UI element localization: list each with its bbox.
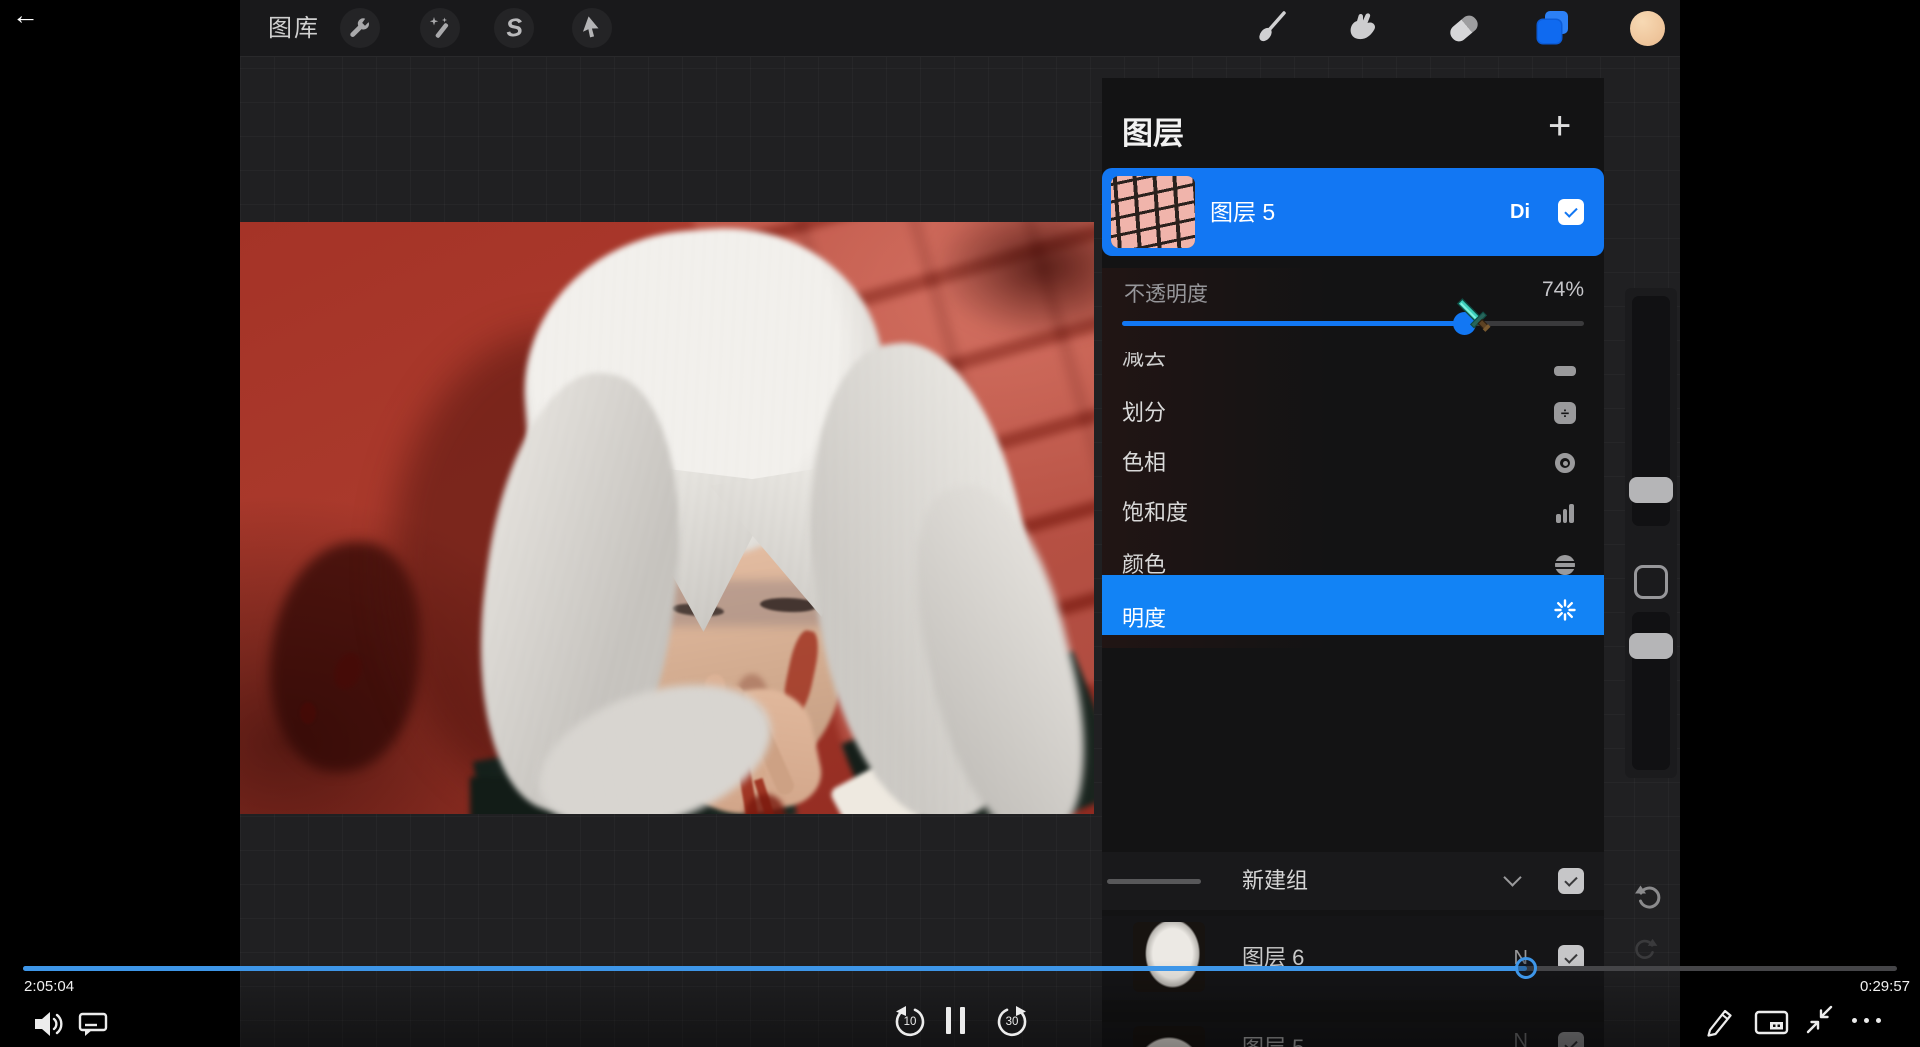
video-player-app: { "ui": { "back_glyph": "←" }, "toolbar"… — [0, 0, 1920, 1047]
smudge-tool-button[interactable] — [1343, 8, 1383, 48]
redo-button[interactable] — [1632, 934, 1660, 962]
hue-icon — [1555, 453, 1575, 473]
pause-icon — [946, 1007, 965, 1034]
volume-button[interactable] — [30, 1006, 66, 1042]
brush-opacity-handle[interactable] — [1629, 633, 1673, 659]
remaining-time: 0:29:57 — [1860, 978, 1910, 995]
check-icon — [1564, 873, 1577, 886]
eraser-icon — [1447, 12, 1481, 44]
eraser-tool-button[interactable] — [1444, 8, 1484, 48]
cursor-sword — [1452, 294, 1496, 338]
layer-group-row[interactable]: 新建组 — [1102, 852, 1604, 910]
canvas-artwork[interactable] — [240, 222, 1094, 814]
pause-button[interactable] — [946, 1007, 965, 1034]
selection-button[interactable]: S — [494, 8, 534, 48]
more-button[interactable] — [1852, 1018, 1881, 1023]
color-blend-icon — [1555, 555, 1575, 575]
magic-wand-icon — [428, 16, 452, 40]
layers-panel-title: 图层 — [1122, 108, 1184, 153]
gallery-button[interactable]: 图库 — [268, 0, 320, 57]
subtitles-button[interactable] — [76, 1008, 110, 1040]
layers-panel: 图层 + 图层 5 Di 不透明度 74% 减去 划分 ÷ 色相 — [1102, 78, 1604, 1047]
subtitles-icon — [76, 1008, 110, 1040]
wrench-icon — [348, 16, 372, 40]
saturation-icon — [1556, 503, 1574, 523]
chevron-down-icon[interactable] — [1503, 868, 1521, 886]
luminosity-icon — [1554, 599, 1576, 621]
opacity-label: 不透明度 — [1124, 278, 1208, 308]
layer-thumbnail — [1111, 176, 1195, 248]
more-icon — [1852, 1018, 1881, 1023]
pip-button[interactable] — [1754, 1010, 1790, 1036]
pencil-icon — [1702, 1004, 1738, 1040]
pip-icon — [1754, 1010, 1790, 1036]
procreate-toolbar: 图库 S — [240, 0, 1680, 57]
undo-button[interactable] — [1632, 880, 1664, 912]
video-content[interactable]: 图库 S — [240, 0, 1680, 1047]
opacity-slider[interactable] — [1122, 321, 1584, 326]
forward-30-button[interactable]: 30 — [992, 1003, 1032, 1043]
annotate-button[interactable] — [1702, 1004, 1738, 1040]
volume-icon — [30, 1006, 66, 1042]
back-button[interactable]: ← — [12, 0, 39, 31]
group-thumbnail-line — [1107, 879, 1201, 884]
modify-button[interactable] — [1634, 565, 1668, 599]
blend-mode-badge[interactable]: Di — [1510, 168, 1530, 256]
selection-icon: S — [504, 13, 524, 44]
elapsed-time: 2:05:04 — [24, 978, 74, 995]
add-layer-button[interactable]: + — [1548, 104, 1571, 149]
rewind-10-button[interactable]: 10 — [890, 1003, 930, 1043]
check-icon — [1564, 204, 1577, 217]
blend-mode-item-clipped[interactable]: 减去 — [1102, 352, 1604, 378]
opacity-value: 74% — [1542, 278, 1584, 302]
divide-icon: ÷ — [1554, 402, 1576, 424]
subtract-icon — [1554, 366, 1576, 376]
shrink-icon — [1802, 1002, 1836, 1036]
brush-tool-button[interactable] — [1253, 8, 1293, 48]
layer-visibility-checkbox[interactable] — [1558, 199, 1584, 225]
layer-name: 图层 5 — [1210, 168, 1275, 256]
layers-icon — [1534, 8, 1574, 48]
brush-size-handle[interactable] — [1629, 477, 1673, 503]
blend-mode-item[interactable]: 划分 ÷ — [1102, 388, 1604, 438]
adjustments-button[interactable] — [420, 8, 460, 48]
group-visibility-checkbox[interactable] — [1558, 868, 1584, 894]
seek-bar[interactable] — [23, 966, 1897, 971]
actions-button[interactable] — [340, 8, 380, 48]
brush-icon — [1253, 8, 1293, 48]
blend-mode-item-selected[interactable]: 明度 — [1102, 575, 1604, 635]
layers-tool-button[interactable] — [1534, 8, 1574, 48]
shrink-button[interactable] — [1802, 1002, 1836, 1036]
blend-mode-item[interactable]: 饱和度 — [1102, 488, 1604, 538]
undo-icon — [1632, 880, 1664, 912]
redo-icon — [1632, 934, 1660, 962]
layer-row-selected[interactable]: 图层 5 Di — [1102, 168, 1604, 256]
blend-mode-item[interactable]: 色相 — [1102, 438, 1604, 488]
seek-playhead[interactable] — [1515, 957, 1537, 979]
cursor-arrow-icon — [580, 16, 604, 40]
color-tool-button[interactable] — [1627, 8, 1667, 48]
transform-button[interactable] — [572, 8, 612, 48]
smudge-finger-icon — [1343, 8, 1383, 48]
sidebar — [1625, 288, 1677, 778]
color-swatch — [1630, 11, 1665, 46]
